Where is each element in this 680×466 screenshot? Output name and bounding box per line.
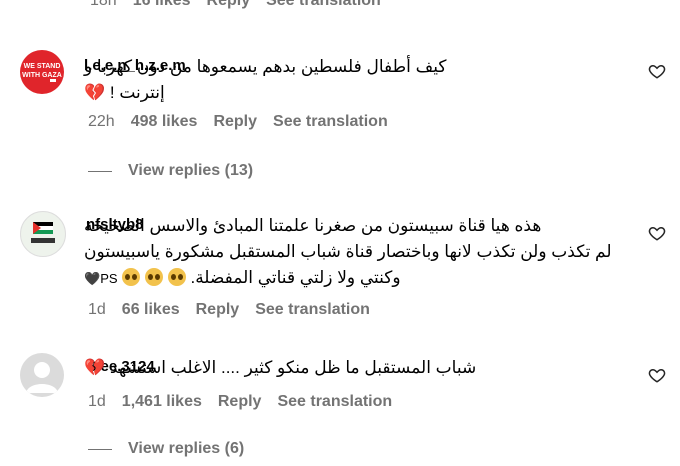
comment-text: كيف أطفال فلسطين بدهم يسمعوها من دون كهر… bbox=[84, 54, 624, 106]
like-heart-icon[interactable] bbox=[648, 224, 666, 242]
view-replies-label: View replies (13) bbox=[128, 162, 254, 179]
like-heart-icon[interactable] bbox=[648, 366, 666, 384]
avatar[interactable]: WE STAND WITH GAZA bbox=[20, 50, 64, 94]
palestine-flag-avatar-icon bbox=[31, 222, 55, 243]
svg-text:WITH GAZA: WITH GAZA bbox=[22, 72, 62, 79]
see-translation-button[interactable]: See translation bbox=[255, 301, 370, 319]
pleading-face-emoji-icon bbox=[122, 268, 141, 286]
see-translation-button[interactable]: See translation bbox=[277, 393, 392, 411]
comment-meta: 22h 498 likes Reply See translation bbox=[88, 113, 404, 131]
see-translation-button[interactable]: See translation bbox=[273, 113, 388, 131]
comment-meta: 1d 1,461 likes Reply See translation bbox=[88, 393, 408, 411]
comment-time: 1d bbox=[88, 301, 106, 318]
view-replies-button[interactable]: View replies (6) bbox=[88, 440, 244, 458]
comment-meta: 1d 66 likes Reply See translation bbox=[88, 301, 386, 319]
comment-time: 22h bbox=[88, 113, 115, 130]
comment-text: شباب المستقبل ما ظل منكو كثير .... الاغل… bbox=[84, 355, 624, 381]
comment: WE STAND WITH GAZA l.e.e.n_h.z.e.m كيف أ… bbox=[0, 40, 680, 190]
default-user-icon bbox=[26, 362, 58, 393]
like-heart-icon[interactable] bbox=[648, 62, 666, 80]
comment-time: 1d bbox=[88, 393, 106, 410]
we-stand-with-gaza-logo: WE STAND WITH GAZA bbox=[22, 63, 62, 82]
view-replies-label: View replies (6) bbox=[128, 440, 245, 457]
top-comment-meta: 18h 16 likes Reply See translation bbox=[90, 0, 397, 10]
svg-text:WE STAND: WE STAND bbox=[24, 63, 61, 70]
comment-body: هذه هيا قناة سبيستون من صغرنا علمتنا الم… bbox=[84, 216, 612, 287]
comment: nfsltyb8 هذه هيا قناة سبيستون من صغرنا ع… bbox=[0, 205, 680, 330]
avatar[interactable] bbox=[20, 211, 66, 257]
comment-likes[interactable]: 66 likes bbox=[122, 301, 180, 319]
view-replies-button[interactable]: View replies (13) bbox=[88, 162, 253, 180]
reply-button[interactable]: Reply bbox=[213, 113, 257, 131]
divider-line bbox=[88, 170, 112, 172]
reply-button[interactable]: Reply bbox=[207, 0, 251, 10]
comment-body: كيف أطفال فلسطين بدهم يسمعوها من دون كهر… bbox=[84, 57, 447, 102]
comment: 3lee.3124 شباب المستقبل ما ظل منكو كثير … bbox=[0, 345, 680, 466]
comment-likes[interactable]: 16 likes bbox=[133, 0, 191, 10]
see-translation-button[interactable]: See translation bbox=[266, 0, 381, 10]
comment-tail: PS🖤 bbox=[84, 271, 118, 286]
divider-line bbox=[88, 448, 112, 450]
comment-text: هذه هيا قناة سبيستون من صغرنا علمتنا الم… bbox=[84, 213, 624, 292]
pleading-face-emoji-icon bbox=[145, 268, 163, 286]
comment-time: 18h bbox=[90, 0, 117, 9]
pleading-face-emoji-icon bbox=[167, 268, 186, 286]
comment-likes[interactable]: 1,461 likes bbox=[122, 393, 202, 411]
comment-body: شباب المستقبل ما ظل منكو كثير .... الاغل… bbox=[84, 358, 477, 377]
reply-button[interactable]: Reply bbox=[196, 301, 240, 319]
avatar[interactable] bbox=[20, 353, 64, 397]
comment-likes[interactable]: 498 likes bbox=[131, 113, 198, 131]
reply-button[interactable]: Reply bbox=[218, 393, 262, 411]
